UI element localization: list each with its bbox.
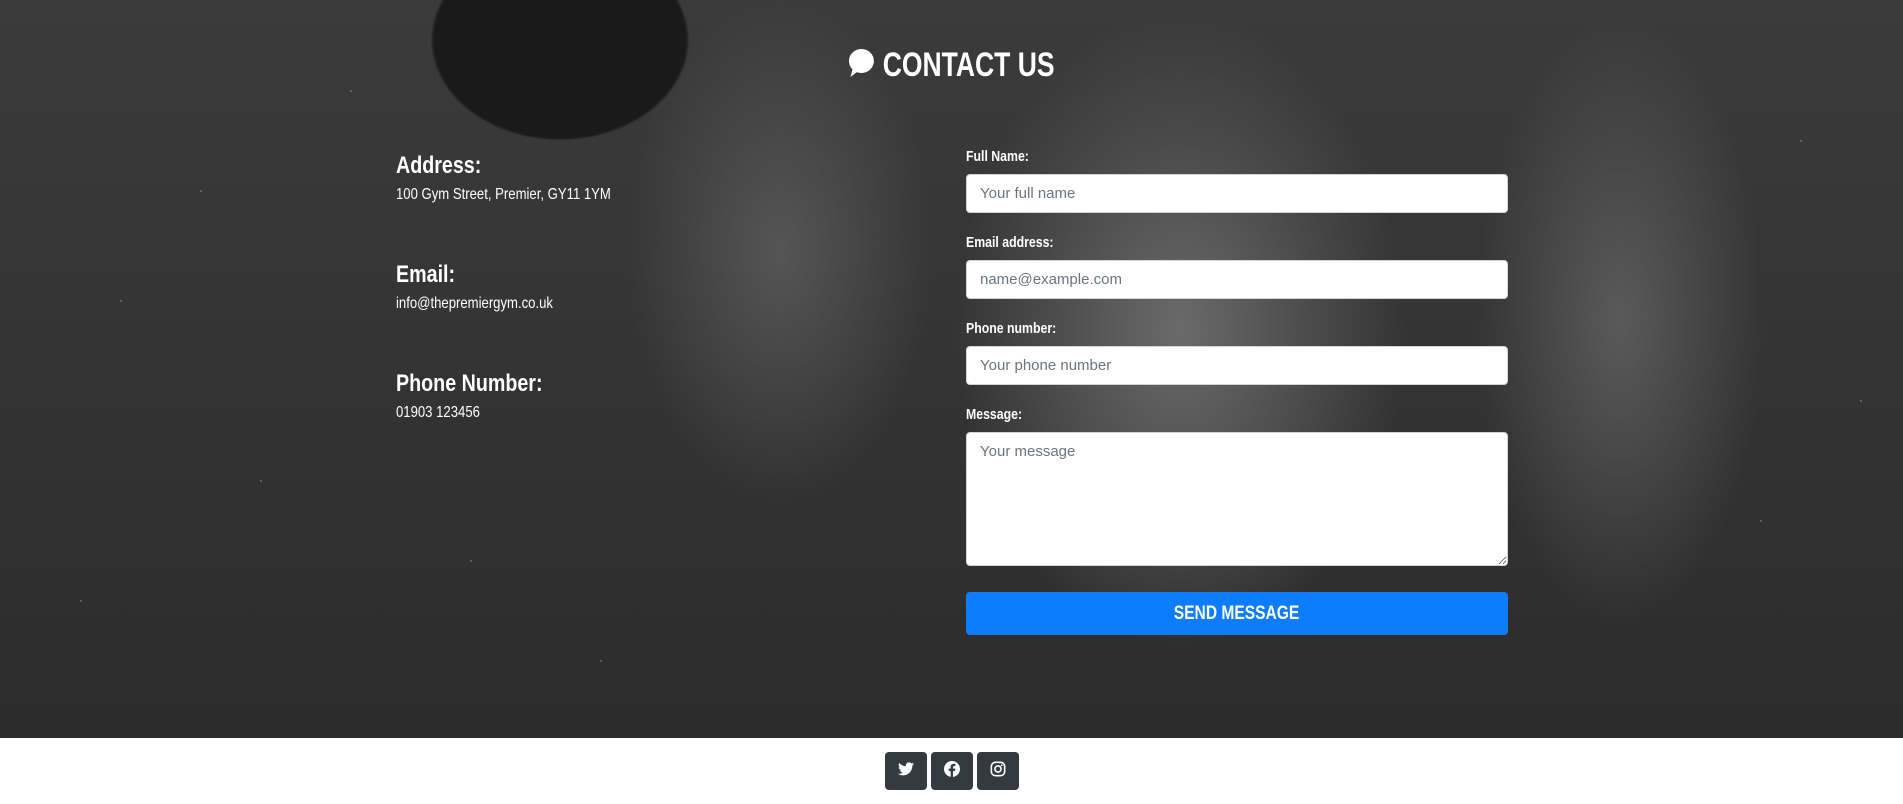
phone-value: 01903 123456	[396, 404, 480, 421]
address-value: 100 Gym Street, Premier, GY11 1YM	[396, 186, 611, 203]
chat-bubble-icon	[848, 48, 875, 87]
instagram-button[interactable]	[976, 752, 1019, 790]
message-textarea[interactable]	[966, 432, 1508, 566]
hero-background: CONTACT US Address: 100 Gym Street, Prem…	[0, 0, 1903, 738]
address-block: Address: 100 Gym Street, Premier, GY11 1…	[396, 152, 658, 204]
email-value: info@thepremiergym.co.uk	[396, 295, 553, 312]
send-message-label: SEND MESSAGE	[1174, 602, 1300, 624]
facebook-button[interactable]	[930, 752, 973, 790]
send-message-button[interactable]: SEND MESSAGE	[966, 592, 1508, 635]
message-label: Message:	[966, 406, 1023, 423]
phone-block: Phone Number: 01903 123456	[396, 370, 575, 422]
phone-label: Phone number:	[966, 320, 1057, 337]
email-label: Email address:	[966, 234, 1054, 251]
full-name-input[interactable]	[966, 174, 1508, 213]
email-block: Email: info@thepremiergym.co.uk	[396, 261, 587, 313]
facebook-icon	[943, 760, 960, 782]
instagram-icon	[990, 761, 1006, 782]
phone-heading: Phone Number:	[396, 370, 543, 397]
full-name-label: Full Name:	[966, 148, 1029, 165]
email-input[interactable]	[966, 260, 1508, 299]
address-heading: Address:	[396, 152, 482, 179]
email-heading: Email:	[396, 261, 456, 288]
twitter-icon	[897, 761, 914, 781]
page-title-text: CONTACT US	[882, 46, 1055, 84]
page-title: CONTACT US	[209, 46, 1693, 87]
footer	[0, 738, 1903, 804]
contact-form: Full Name: Email address: Phone number: …	[966, 148, 1508, 635]
twitter-button[interactable]	[884, 752, 927, 790]
phone-input[interactable]	[966, 346, 1508, 385]
